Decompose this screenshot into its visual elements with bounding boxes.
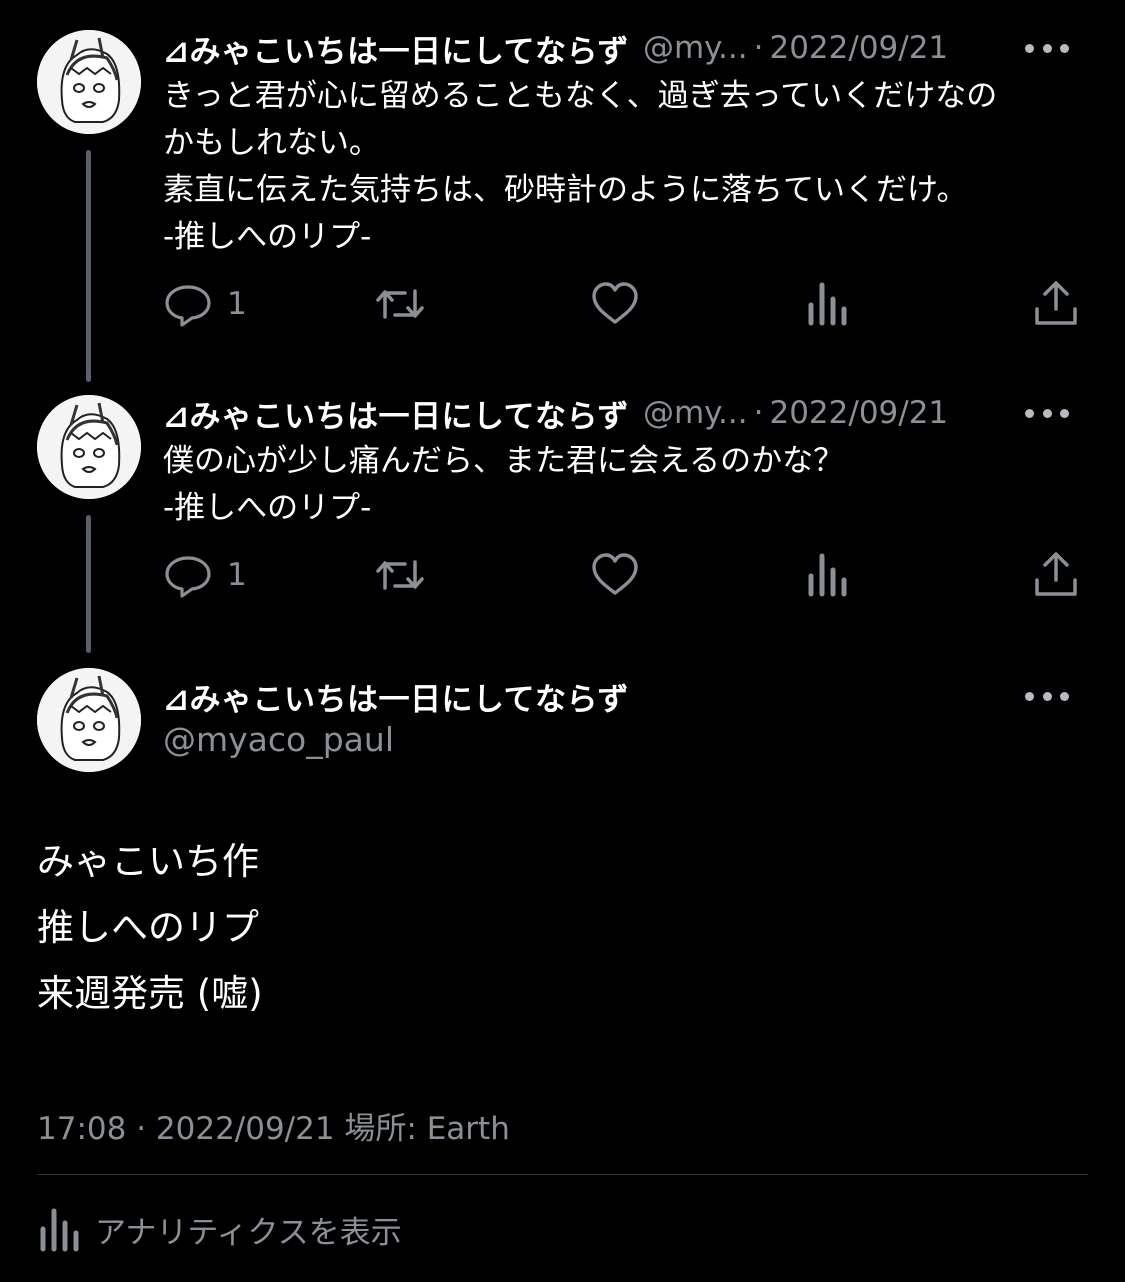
tweet-text-line: みゃこいち作 xyxy=(37,840,259,883)
tweet-date[interactable]: 2022/09/21 xyxy=(769,395,948,431)
tweet-text-line: 素直に伝えた気持ちは、砂時計のように落ちていくだけ。 xyxy=(163,172,968,208)
reply-icon xyxy=(165,556,211,598)
user-handle[interactable]: @my... xyxy=(643,30,748,66)
tweet-text-line: かもしれない。 xyxy=(163,125,380,161)
display-name[interactable]: ⊿みゃこいちは一日にしてならず xyxy=(163,391,629,436)
separator-dot: · xyxy=(753,395,764,431)
like-icon xyxy=(592,553,638,595)
reply-button[interactable]: 1 xyxy=(163,278,247,330)
views-icon xyxy=(808,553,847,597)
tweet-header: ⊿みゃこいちは一日にしてならず xyxy=(163,674,1095,718)
more-icon[interactable] xyxy=(1025,407,1069,419)
avatar[interactable] xyxy=(37,395,141,499)
retweet-button[interactable] xyxy=(375,549,425,601)
user-handle[interactable]: @myaco_paul xyxy=(163,720,394,759)
reply-icon xyxy=(165,285,211,327)
tweet-text-line: 来週発売 (嘘) xyxy=(37,972,263,1015)
tweet-date[interactable]: 2022/09/21 xyxy=(769,30,948,66)
tweet-meta: 17:08 · 2022/09/21 場所: Earth xyxy=(37,1111,510,1147)
thread-line xyxy=(86,515,91,653)
reply-count: 1 xyxy=(227,557,247,593)
retweet-icon xyxy=(376,289,424,319)
analytics-button[interactable]: アナリティクスを表示 xyxy=(37,1203,402,1255)
tweet-header: ⊿みゃこいちは一日にしてならず @my... · 2022/09/21 xyxy=(163,391,1095,435)
tweet-text-line: -推しへのリプ- xyxy=(163,490,372,526)
tweet-text-line: きっと君が心に留めることもなく、過ぎ去っていくだけなの xyxy=(163,78,998,114)
share-icon xyxy=(1035,281,1077,325)
like-icon xyxy=(592,282,638,324)
like-button[interactable] xyxy=(590,278,640,330)
reply-button[interactable]: 1 xyxy=(163,549,247,601)
reply-count: 1 xyxy=(227,286,247,322)
views-button[interactable] xyxy=(803,549,853,601)
views-icon xyxy=(808,282,847,326)
views-icon xyxy=(40,1208,79,1252)
share-icon xyxy=(1035,552,1077,596)
avatar[interactable] xyxy=(37,668,141,772)
tweet-header: ⊿みゃこいちは一日にしてならず @my... · 2022/09/21 xyxy=(163,26,1095,70)
share-button[interactable] xyxy=(1031,549,1081,601)
share-button[interactable] xyxy=(1031,278,1081,330)
tweet-text-line: 推しへのリプ xyxy=(37,906,259,949)
user-handle[interactable]: @my... xyxy=(643,395,748,431)
views-button[interactable] xyxy=(803,278,853,330)
divider xyxy=(37,1174,1088,1175)
like-button[interactable] xyxy=(590,549,640,601)
tweet-actions: 1 xyxy=(163,549,1095,601)
more-icon[interactable] xyxy=(1025,42,1069,54)
display-name[interactable]: ⊿みゃこいちは一日にしてならず xyxy=(163,674,629,719)
tweet-actions: 1 xyxy=(163,278,1095,330)
tweet-text-line: 僕の心が少し痛んだら、また君に会えるのかな？ xyxy=(163,443,845,479)
separator-dot: · xyxy=(753,30,764,66)
more-icon[interactable] xyxy=(1025,690,1069,702)
tweet-text-line: -推しへのリプ- xyxy=(163,219,372,255)
thread-line xyxy=(86,150,91,382)
avatar[interactable] xyxy=(37,30,141,134)
retweet-button[interactable] xyxy=(375,278,425,330)
display-name[interactable]: ⊿みゃこいちは一日にしてならず xyxy=(163,26,629,71)
analytics-label: アナリティクスを表示 xyxy=(95,1214,402,1251)
retweet-icon xyxy=(376,560,424,590)
